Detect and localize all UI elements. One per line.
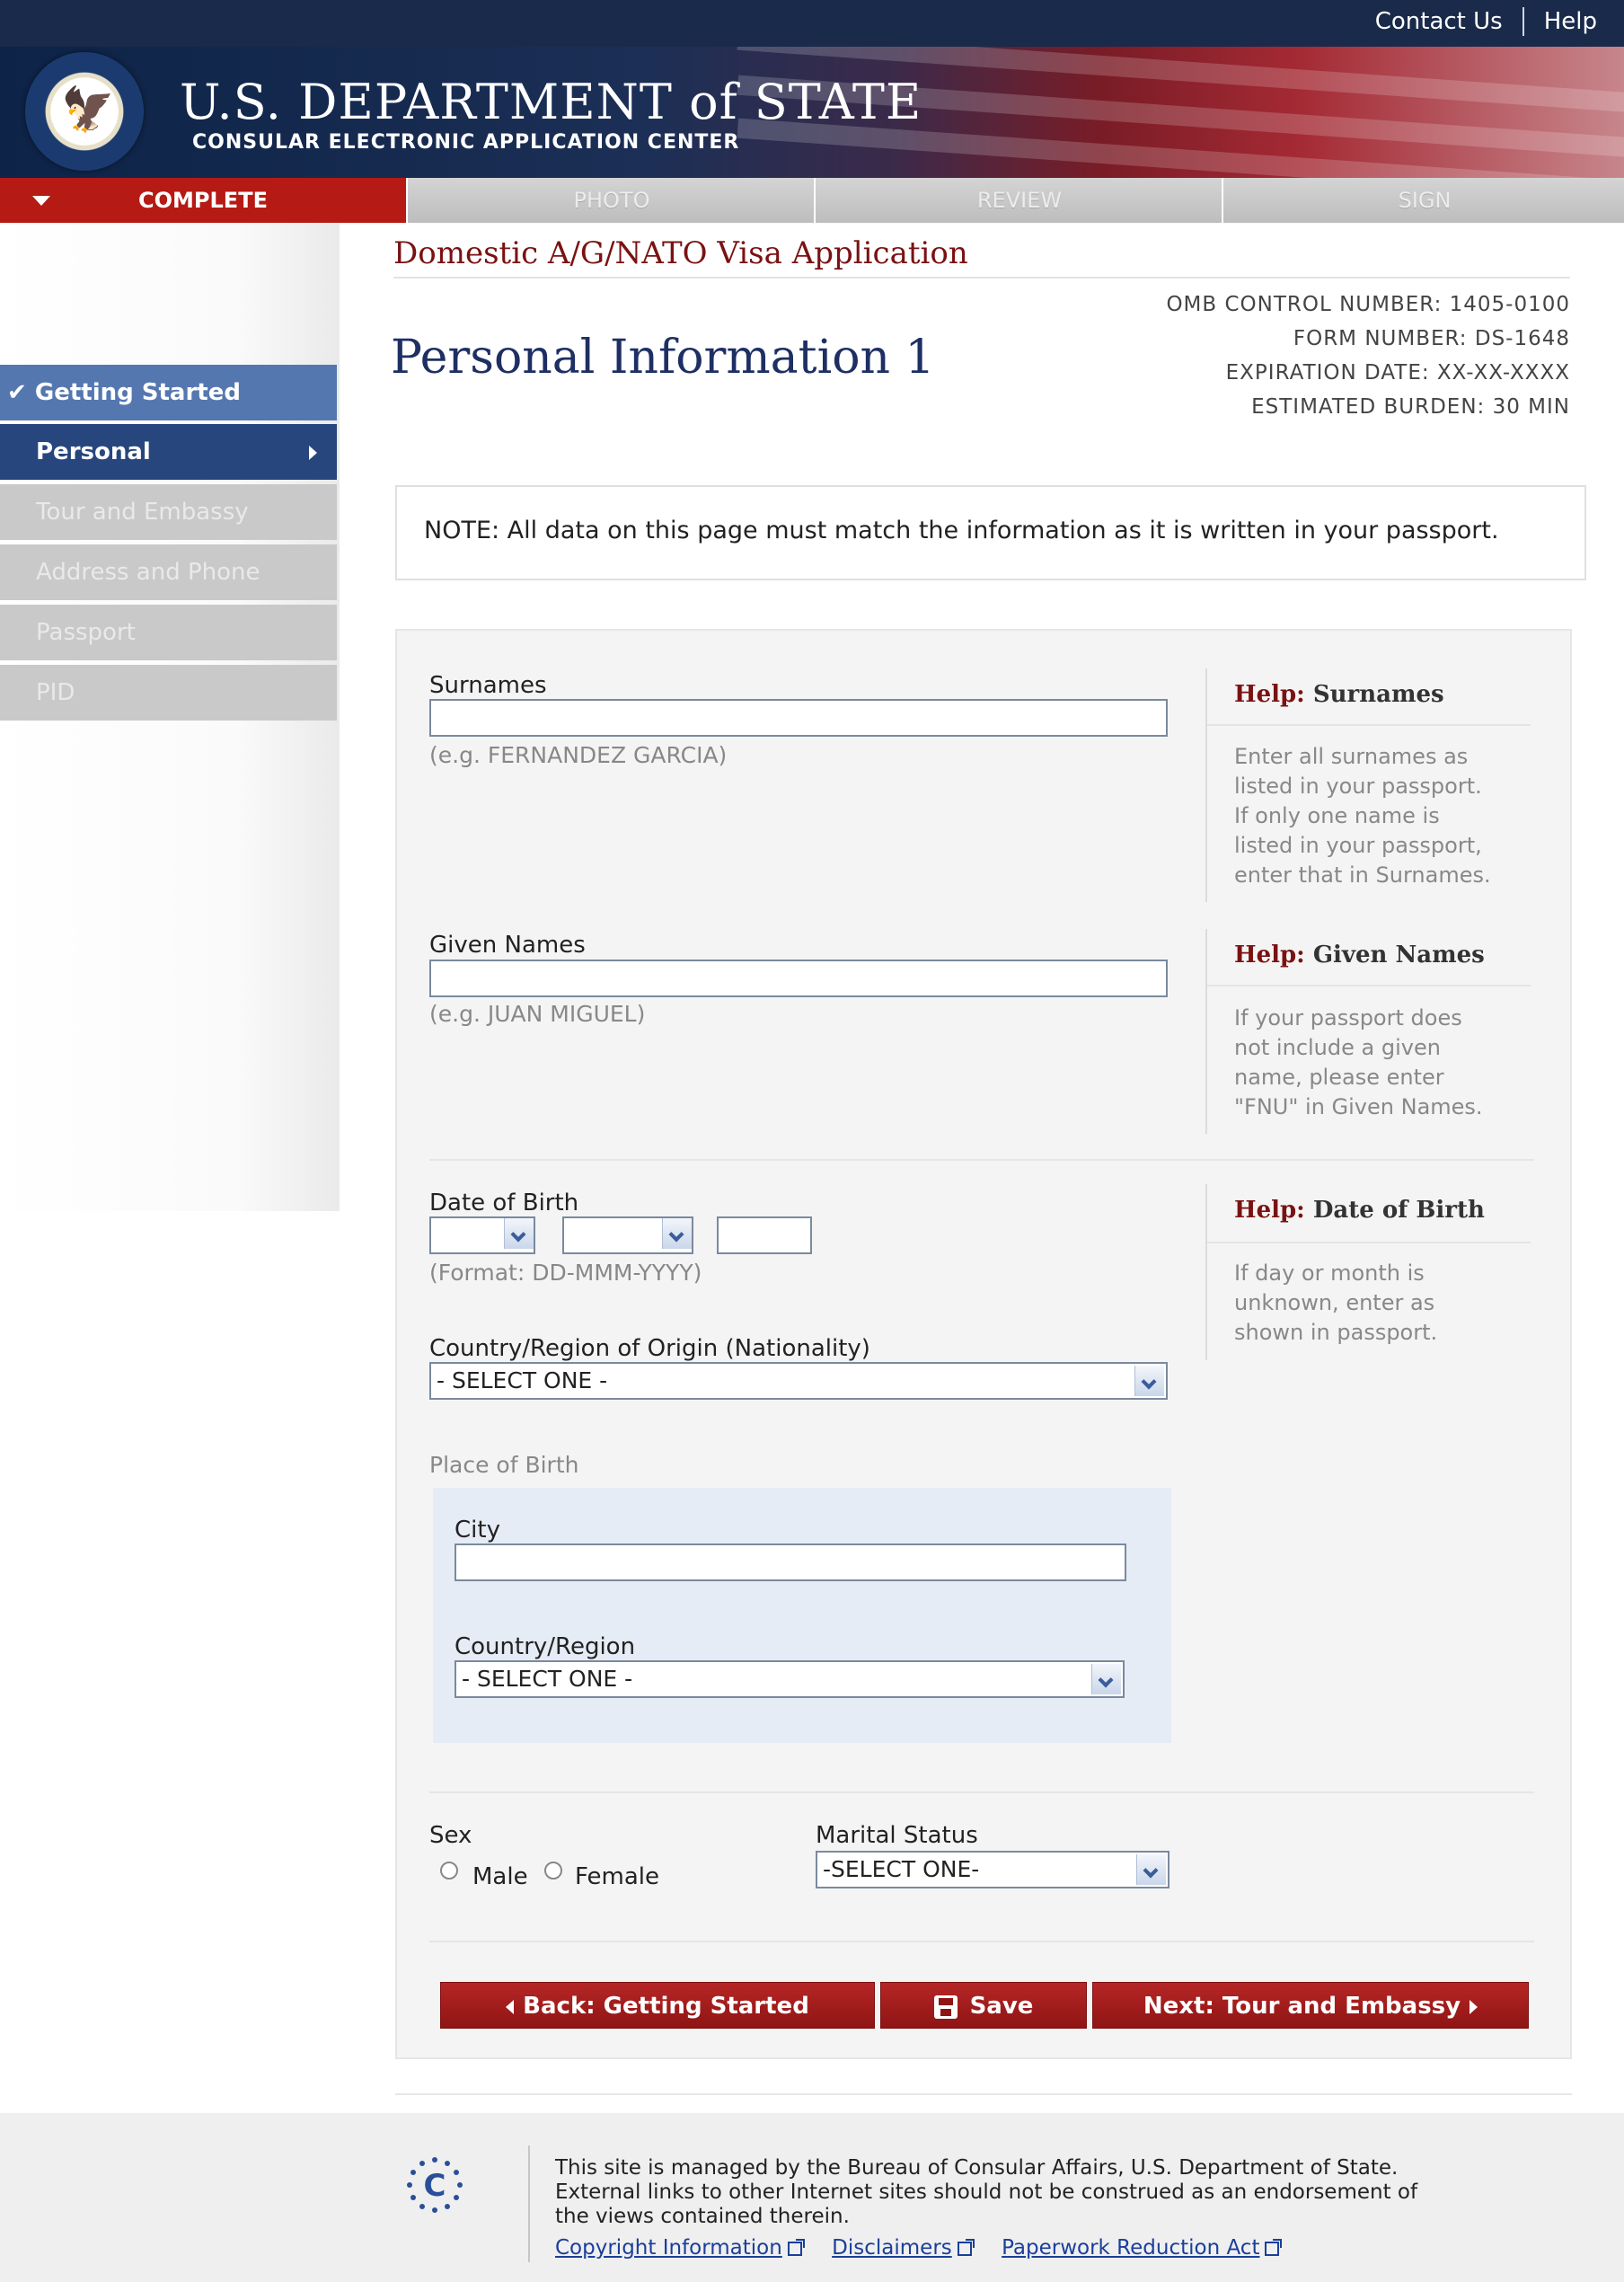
place-of-birth-label: Place of Birth [429,1452,579,1478]
copyright-information-link[interactable]: Copyright Information [555,2236,805,2260]
consular-affairs-logo-icon: C [407,2157,463,2213]
footer-divider [528,2145,530,2262]
checkmark-icon: ✔ [7,379,27,406]
surnames-input[interactable] [429,699,1168,737]
expiration-date: EXPIRATION DATE: XX-XX-XXXX [1225,361,1570,385]
section-divider [429,1941,1534,1942]
sidebar-item-address-and-phone: Address and Phone [0,544,337,600]
eagle-icon: 🦅 [61,84,115,135]
sidebar-item-pid: PID [0,665,337,721]
arrow-right-icon [309,446,317,460]
dropdown-arrow-icon [1136,1854,1166,1885]
nationality-label: Country/Region of Origin (Nationality) [429,1335,870,1362]
sex-female-label: Female [575,1863,660,1890]
birth-country-select[interactable]: - SELECT ONE - [455,1660,1125,1698]
selected-value: - SELECT ONE - [462,1666,633,1692]
help-given-names-title: Help: Given Names [1234,942,1485,969]
application-title: Domestic A/G/NATO Visa Application [393,235,968,271]
progress-steps: COMPLETE PHOTO REVIEW SIGN [0,178,1624,223]
note-text: NOTE: All data on this page must match t… [424,517,1499,544]
divider [1207,724,1531,726]
sidebar-item-label: Personal [36,438,151,465]
step-photo: PHOTO [406,178,816,223]
section-divider [429,1791,1534,1793]
omb-control-number: OMB CONTROL NUMBER: 1405-0100 [1166,293,1570,316]
footer-links: Copyright Information Disclaimers Paperw… [555,2236,1302,2260]
department-subtitle: CONSULAR ELECTRONIC APPLICATION CENTER [192,131,740,154]
paperwork-reduction-act-link[interactable]: Paperwork Reduction Act [1002,2236,1283,2260]
sex-male-label: Male [472,1863,528,1890]
surnames-label: Surnames [429,672,547,699]
department-title: U.S. DEPARTMENT of STATE [180,74,922,130]
sidebar-item-getting-started[interactable]: ✔ Getting Started [0,365,337,420]
divider [1207,985,1531,986]
help-surnames-text: Enter all surnames as listed in your pas… [1234,744,1491,888]
help-surnames-title: Help: Surnames [1234,681,1444,708]
utility-links: Contact Us Help [1375,7,1597,36]
header-banner: 🦅 U.S. DEPARTMENT of STATE CONSULAR ELEC… [0,47,1624,178]
dropdown-arrow-icon [503,1218,534,1252]
help-link[interactable]: Help [1544,8,1597,35]
footer-text: This site is managed by the Bureau of Co… [555,2156,1418,2228]
arrow-right-icon [1470,1999,1478,2014]
selected-value: - SELECT ONE - [437,1367,608,1393]
external-link-icon [957,2238,975,2256]
form-number: FORM NUMBER: DS-1648 [1293,327,1570,350]
contact-us-link[interactable]: Contact Us [1375,8,1503,35]
sidebar-item-tour-and-embassy: Tour and Embassy [0,484,337,540]
help-given-names-text: If your passport does not include a give… [1234,1005,1483,1119]
given-names-input[interactable] [429,960,1168,997]
selected-value: -SELECT ONE- [823,1856,980,1882]
marital-status-select[interactable]: -SELECT ONE- [816,1851,1169,1888]
help-divider [1205,668,1207,902]
place-of-birth-box [433,1488,1171,1743]
dob-year-input[interactable] [717,1216,812,1254]
svg-text:C: C [424,2168,446,2204]
sex-label: Sex [429,1822,472,1849]
arrow-left-icon [506,1999,515,2014]
surnames-hint: (e.g. FERNANDEZ GARCIA) [429,742,728,768]
external-link-icon [1265,2238,1283,2256]
save-disk-icon [933,1995,958,2019]
country-region-label: Country/Region [455,1633,636,1660]
city-label: City [455,1517,500,1543]
step-complete: COMPLETE [0,178,406,223]
dob-format-hint: (Format: DD-MMM-YYYY) [429,1260,702,1286]
department-seal-logo[interactable]: 🦅 [25,52,144,171]
help-dob-title: Help: Date of Birth [1234,1197,1485,1224]
help-divider [1205,929,1207,1134]
sex-male-radio[interactable] [440,1862,458,1880]
city-input[interactable] [455,1543,1126,1581]
sidebar-item-personal[interactable]: Personal [0,424,337,480]
dropdown-arrow-icon [1091,1664,1121,1694]
next-button[interactable]: Next: Tour and Embassy [1092,1982,1529,2029]
dropdown-arrow-icon [1134,1366,1164,1396]
estimated-burden: ESTIMATED BURDEN: 30 MIN [1251,395,1570,419]
step-sign: SIGN [1222,178,1624,223]
given-names-hint: (e.g. JUAN MIGUEL) [429,1001,646,1027]
disclaimers-link[interactable]: Disclaimers [832,2236,975,2260]
dropdown-arrow-icon [661,1218,692,1252]
divider [395,2093,1572,2095]
step-review: REVIEW [814,178,1223,223]
divider [393,277,1570,279]
step-label: COMPLETE [138,188,268,213]
given-names-label: Given Names [429,932,586,959]
divider [1207,1242,1531,1243]
sidebar-item-passport: Passport [0,605,337,660]
nationality-select[interactable]: - SELECT ONE - [429,1362,1168,1400]
section-divider [429,1159,1534,1161]
page-title: Personal Information 1 [391,331,935,385]
sex-female-radio[interactable] [544,1862,562,1880]
caret-down-icon [32,196,50,206]
dob-label: Date of Birth [429,1190,579,1216]
back-button[interactable]: Back: Getting Started [440,1982,875,2029]
marital-status-label: Marital Status [816,1822,978,1849]
help-dob-text: If day or month is unknown, enter as sho… [1234,1260,1438,1345]
external-link-icon [787,2238,805,2256]
help-divider [1205,1184,1207,1360]
divider [1522,7,1524,36]
sidebar-item-label: Getting Started [34,379,241,406]
save-button[interactable]: Save [880,1982,1087,2029]
